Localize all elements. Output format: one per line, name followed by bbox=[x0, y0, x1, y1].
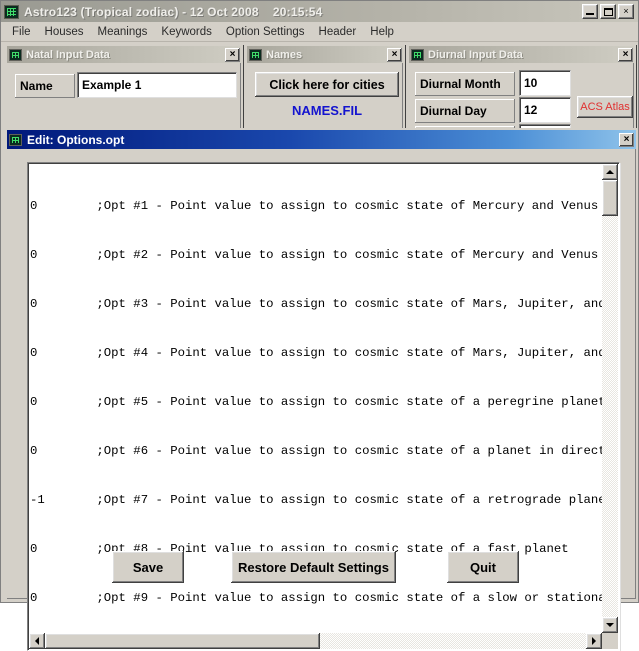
scroll-up-arrow-icon[interactable] bbox=[602, 164, 618, 180]
editor-line: -1 ;Opt #7 - Point value to assign to co… bbox=[30, 492, 602, 507]
main-titlebar: Astro123 (Tropical zodiac) - 12 Oct 2008… bbox=[1, 1, 638, 22]
vertical-scrollbar-thumb[interactable] bbox=[602, 180, 618, 216]
scrollbar-corner bbox=[602, 633, 618, 649]
edit-options-window: Edit: Options.opt × 0 ;Opt #1 - Point va… bbox=[5, 128, 638, 651]
save-button[interactable]: Save bbox=[112, 551, 184, 583]
diurnal-input-title: Diurnal Input Data bbox=[428, 48, 523, 61]
editor-line: 0 ;Opt #4 - Point value to assign to cos… bbox=[30, 345, 602, 360]
acs-atlas-button[interactable]: ACS Atlas bbox=[577, 96, 633, 118]
close-icon[interactable]: × bbox=[225, 47, 240, 62]
diurnal-input-titlebar: Diurnal Input Data × bbox=[409, 46, 634, 63]
natal-name-input[interactable]: Example 1 bbox=[77, 72, 237, 98]
menu-item-help[interactable]: Help bbox=[363, 24, 401, 40]
main-application-window: Astro123 (Tropical zodiac) - 12 Oct 2008… bbox=[0, 0, 639, 651]
page-title: Astro123 (Tropical zodiac) - 12 Oct 2008… bbox=[24, 4, 323, 19]
natal-input-title: Natal Input Data bbox=[26, 48, 110, 61]
astro-grid-icon bbox=[4, 4, 19, 19]
diurnal-day-label: Diurnal Day bbox=[415, 99, 515, 123]
astro-grid-icon bbox=[9, 48, 22, 61]
editor-line: 0 ;Opt #5 - Point value to assign to cos… bbox=[30, 394, 602, 409]
names-file-label: NAMES.FIL bbox=[291, 103, 363, 118]
diurnal-input-data-window: Diurnal Input Data × Diurnal Month 10 Di… bbox=[407, 44, 636, 144]
menu-item-houses[interactable]: Houses bbox=[38, 24, 91, 40]
diurnal-month-input[interactable]: 10 bbox=[519, 70, 571, 96]
quit-button[interactable]: Quit bbox=[447, 551, 519, 583]
scroll-left-arrow-icon[interactable] bbox=[29, 633, 45, 649]
horizontal-scrollbar[interactable] bbox=[29, 633, 602, 649]
natal-input-titlebar: Natal Input Data × bbox=[7, 46, 241, 63]
window-controls: × bbox=[582, 4, 636, 19]
editor-line: 0 ;Opt #3 - Point value to assign to cos… bbox=[30, 296, 602, 311]
editor-line: 0 ;Opt #1 - Point value to assign to cos… bbox=[30, 198, 602, 213]
close-icon[interactable]: × bbox=[618, 47, 633, 62]
minimize-button[interactable] bbox=[582, 4, 598, 19]
menu-item-meanings[interactable]: Meanings bbox=[91, 24, 155, 40]
astro-grid-icon bbox=[9, 133, 22, 146]
editor-action-buttons: Save Restore Default Settings Quit bbox=[7, 551, 636, 585]
menu-item-header[interactable]: Header bbox=[312, 24, 364, 40]
names-titlebar: Names × bbox=[247, 46, 403, 63]
close-icon[interactable]: × bbox=[387, 47, 402, 62]
scroll-right-arrow-icon[interactable] bbox=[586, 633, 602, 649]
scroll-down-arrow-icon[interactable] bbox=[602, 617, 618, 633]
menu-item-option-settings[interactable]: Option Settings bbox=[219, 24, 312, 40]
diurnal-day-input[interactable]: 12 bbox=[519, 97, 571, 123]
menu-item-keywords[interactable]: Keywords bbox=[154, 24, 219, 40]
click-here-for-cities-button[interactable]: Click here for cities bbox=[255, 72, 399, 97]
restore-default-settings-button[interactable]: Restore Default Settings bbox=[231, 551, 396, 583]
names-window: Names × Click here for cities NAMES.FIL bbox=[245, 44, 405, 136]
horizontal-scrollbar-thumb[interactable] bbox=[45, 633, 320, 649]
editor-line: 0 ;Opt #9 - Point value to assign to cos… bbox=[30, 590, 602, 605]
close-button[interactable]: × bbox=[618, 4, 634, 19]
menu-item-file[interactable]: File bbox=[5, 24, 38, 40]
natal-name-label: Name bbox=[15, 74, 75, 98]
editor-line: 0 ;Opt #6 - Point value to assign to cos… bbox=[30, 443, 602, 458]
editor-line: 0 ;Opt #2 - Point value to assign to cos… bbox=[30, 247, 602, 262]
astro-grid-icon bbox=[249, 48, 262, 61]
diurnal-month-label: Diurnal Month bbox=[415, 72, 515, 96]
close-icon[interactable]: × bbox=[619, 132, 634, 147]
main-menubar: File Houses Meanings Keywords Option Set… bbox=[1, 22, 638, 42]
edit-options-title: Edit: Options.opt bbox=[27, 132, 125, 147]
maximize-button[interactable] bbox=[600, 4, 616, 19]
natal-input-data-window: Natal Input Data × Name Example 1 Birth … bbox=[5, 44, 243, 181]
names-title: Names bbox=[266, 48, 303, 61]
astro-grid-icon bbox=[411, 48, 424, 61]
edit-options-titlebar: Edit: Options.opt × bbox=[7, 130, 636, 149]
